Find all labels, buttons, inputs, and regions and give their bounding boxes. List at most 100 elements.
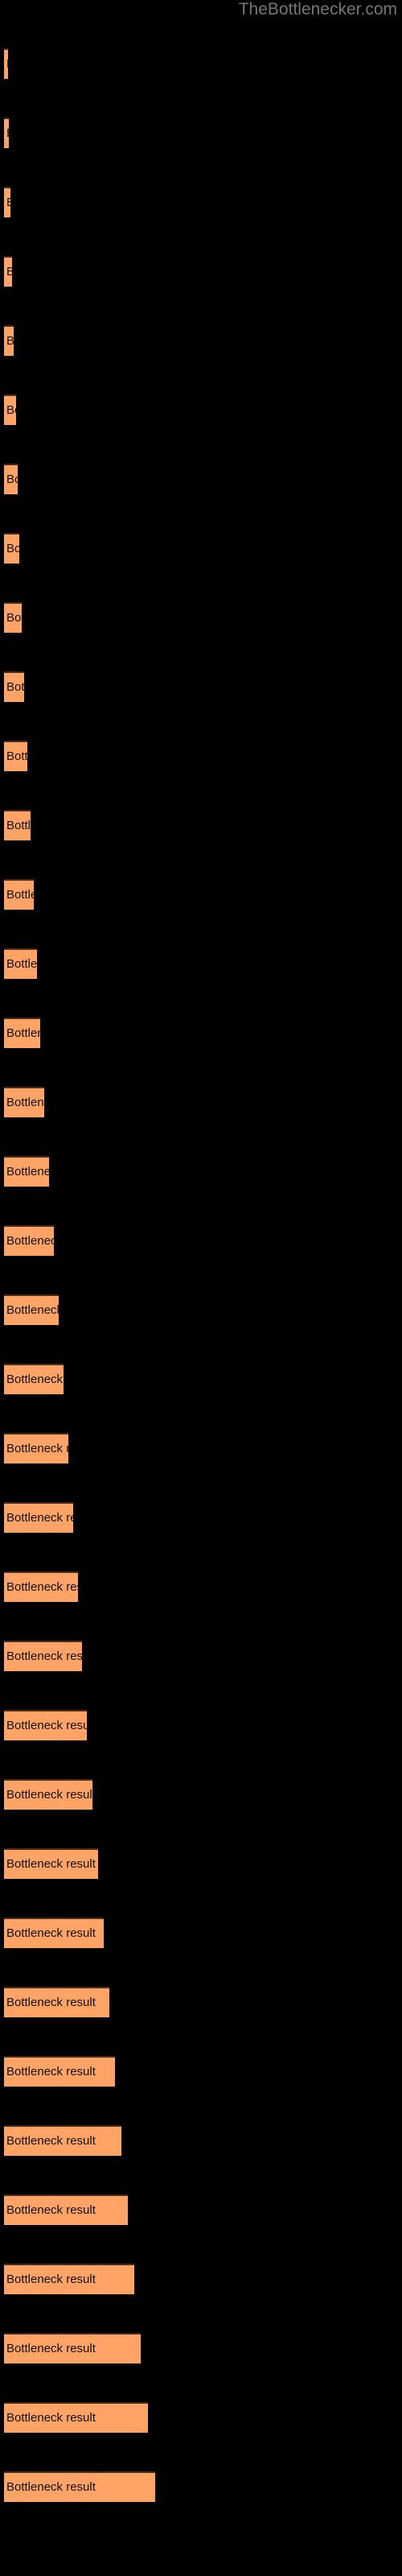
bar[interactable]: Bottleneck result (4, 1710, 87, 1740)
bar-label: Bottleneck result (6, 1996, 96, 2009)
bar[interactable]: Bottleneck result (4, 879, 34, 910)
bar-label: Bottleneck result (6, 1442, 68, 1455)
bar-label: Bottleneck result (6, 1649, 82, 1663)
bar-row: Bottleneck result (4, 394, 16, 425)
bar[interactable]: Bottleneck result (4, 2056, 115, 2087)
bar[interactable]: Bottleneck result (4, 533, 19, 564)
bar-label: Bottleneck result (6, 1234, 54, 1248)
bar-row: Bottleneck result (4, 2402, 148, 2433)
bar-label: Bottleneck result (6, 2480, 96, 2494)
bar[interactable]: Bottleneck result (4, 671, 24, 702)
bar-label: Bottleneck result (6, 2411, 96, 2425)
bar-label: Bottleneck result (6, 611, 22, 625)
bar-label: Bottleneck result (6, 58, 8, 71)
bar-label: Bottleneck result (6, 819, 31, 832)
bar-label: Bottleneck result (6, 196, 10, 209)
bar[interactable]: Bottleneck result (4, 1641, 82, 1671)
bar[interactable]: Bottleneck result (4, 1571, 78, 1602)
bar[interactable]: Bottleneck result (4, 394, 16, 425)
bar-label: Bottleneck result (6, 542, 19, 555)
bar-label: Bottleneck result (6, 2203, 96, 2217)
bar-row: Bottleneck result (4, 1779, 92, 1810)
bar-row: Bottleneck result (4, 48, 8, 79)
bar-row: Bottleneck result (4, 1571, 78, 1602)
bar-row: Bottleneck result (4, 741, 27, 771)
bar[interactable]: Bottleneck result (4, 741, 27, 771)
bar-row: Bottleneck result (4, 879, 34, 910)
bar-row: Bottleneck result (4, 602, 22, 633)
bar-row: Bottleneck result (4, 1087, 44, 1117)
bar-row: Bottleneck result (4, 2471, 155, 2502)
bar-label: Bottleneck result (6, 1303, 59, 1317)
bar-row: Bottleneck result (4, 1018, 40, 1048)
bar-row: Bottleneck result (4, 1987, 109, 2017)
bar[interactable]: Bottleneck result (4, 810, 31, 840)
bar-label: Bottleneck result (6, 2134, 96, 2148)
bar[interactable]: Bottleneck result (4, 325, 14, 356)
bar-label: Bottleneck result (6, 266, 12, 279)
bar[interactable]: Bottleneck result (4, 1018, 40, 1048)
bar-row: Bottleneck result (4, 2194, 128, 2225)
bar-label: Bottleneck result (6, 335, 14, 348)
bar-row: Bottleneck result (4, 1364, 64, 1394)
bar-label: Bottleneck result (6, 1788, 92, 1802)
bar[interactable]: Bottleneck result (4, 2402, 148, 2433)
bar[interactable]: Bottleneck result (4, 1433, 68, 1463)
bar[interactable]: Bottleneck result (4, 1502, 73, 1533)
bar-row: Bottleneck result (4, 1225, 54, 1256)
bar-row: Bottleneck result (4, 1641, 82, 1671)
bar[interactable]: Bottleneck result (4, 1364, 64, 1394)
bar[interactable]: Bottleneck result (4, 1294, 59, 1325)
bar-row: Bottleneck result (4, 810, 31, 840)
bar[interactable]: Bottleneck result (4, 1225, 54, 1256)
bar[interactable]: Bottleneck result (4, 464, 18, 494)
bar-row: Bottleneck result (4, 1918, 104, 1948)
bar-label: Bottleneck result (6, 2273, 96, 2286)
bar-label: Bottleneck result (6, 1719, 87, 1732)
bar[interactable]: Bottleneck result (4, 2264, 134, 2294)
bar[interactable]: Bottleneck result (4, 2333, 141, 2363)
bar-label: Bottleneck result (6, 473, 18, 486)
bar-row: Bottleneck result (4, 256, 12, 287)
bar[interactable]: Bottleneck result (4, 1779, 92, 1810)
bar-row: Bottleneck result (4, 2264, 134, 2294)
bar[interactable]: Bottleneck result (4, 602, 22, 633)
bar[interactable]: Bottleneck result (4, 1848, 98, 1879)
bar-row: Bottleneck result (4, 1848, 98, 1879)
bar-row: Bottleneck result (4, 2056, 115, 2087)
bar[interactable]: Bottleneck result (4, 1987, 109, 2017)
bar[interactable]: Bottleneck result (4, 256, 12, 287)
bar-row: Bottleneck result (4, 187, 10, 217)
bar[interactable]: Bottleneck result (4, 187, 10, 217)
bar-label: Bottleneck result (6, 1511, 73, 1525)
bar[interactable]: Bottleneck result (4, 2125, 121, 2156)
bar-row: Bottleneck result (4, 671, 24, 702)
bottleneck-chart-root: TheBottlenecker.com Bottleneck resultBot… (0, 0, 402, 2576)
bar-label: Bottleneck result (6, 1857, 96, 1871)
bar-label: Bottleneck result (6, 1373, 64, 1386)
bar-label: Bottleneck result (6, 127, 9, 140)
bar[interactable]: Bottleneck result (4, 2194, 128, 2225)
bar-label: Bottleneck result (6, 403, 16, 417)
bar-row: Bottleneck result (4, 325, 14, 356)
bar-label: Bottleneck result (6, 2065, 96, 2079)
bar-chart-bars-layer: Bottleneck result Bottleneck result Bottle… (0, 0, 402, 2576)
bar-label: Bottleneck result (6, 1165, 49, 1179)
bar-row: Bottleneck result (4, 1294, 59, 1325)
bar[interactable]: Bottleneck result (4, 948, 37, 979)
bar[interactable]: Bottleneck result (4, 1918, 104, 1948)
bar-label: Bottleneck result (6, 1580, 78, 1594)
bar-row: Bottleneck result (4, 2125, 121, 2156)
bar[interactable]: Bottleneck result (4, 1087, 44, 1117)
bar-row: Bottleneck result (4, 948, 37, 979)
bar-row: Bottleneck result (4, 1433, 68, 1463)
bar-label: Bottleneck result (6, 957, 37, 971)
bar[interactable]: Bottleneck result (4, 1156, 49, 1187)
bar-label: Bottleneck result (6, 888, 34, 902)
bar[interactable]: Bottleneck result (4, 48, 8, 79)
bar-label: Bottleneck result (6, 1026, 40, 1040)
bar-label: Bottleneck result (6, 1096, 44, 1109)
bar[interactable]: Bottleneck result (4, 118, 9, 148)
bar[interactable]: Bottleneck result (4, 2471, 155, 2502)
bar-label: Bottleneck result (6, 749, 27, 763)
